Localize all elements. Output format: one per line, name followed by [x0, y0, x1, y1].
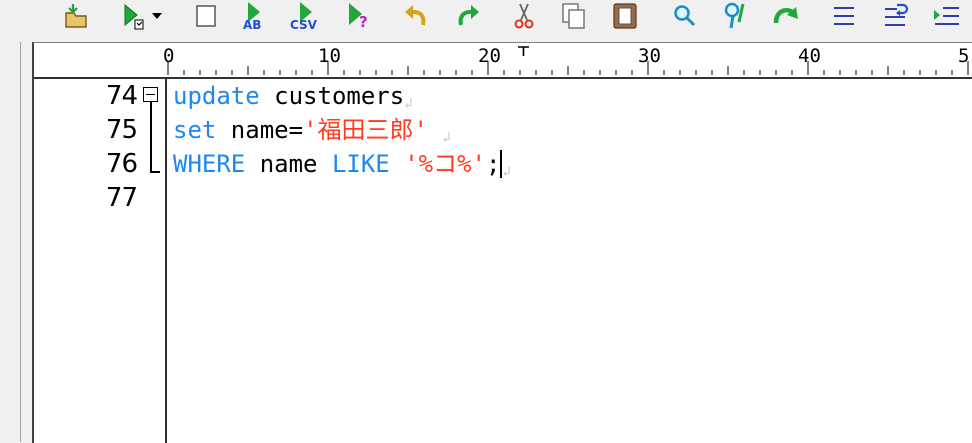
sql-text: name	[245, 150, 332, 178]
end-of-line-mark: ↲	[404, 96, 413, 112]
blank-page-icon	[196, 5, 216, 27]
redo-icon	[458, 5, 479, 26]
open-folder-icon	[65, 4, 87, 28]
indent-button[interactable]	[928, 0, 964, 32]
line-number: 75	[105, 115, 138, 145]
undo-button[interactable]	[398, 0, 434, 32]
wrap-icon	[885, 3, 909, 26]
ruler-label: 20	[478, 45, 501, 67]
fold-toggle[interactable]	[143, 87, 158, 102]
toolbar: AB CSV ?	[0, 0, 972, 42]
ruler-label: 40	[798, 45, 821, 67]
run-csv-button[interactable]: CSV	[287, 0, 323, 32]
run-dropdown-button[interactable]	[112, 0, 168, 32]
code-line: set name='福田三郎' ↲	[173, 113, 451, 147]
end-of-line-mark: ↲	[502, 164, 511, 180]
code-area[interactable]: update customers↲ set name='福田三郎' ↲ WHER…	[173, 79, 972, 443]
run-ab-icon: AB	[243, 2, 261, 32]
find-icon	[674, 5, 696, 27]
goto-icon	[773, 7, 798, 24]
ruler-label: 5	[958, 45, 970, 67]
paste-icon	[613, 3, 637, 29]
code-line: update customers↲	[173, 79, 413, 113]
align-icon	[834, 7, 854, 25]
undo-icon	[405, 5, 426, 26]
copy-button[interactable]	[556, 0, 592, 32]
blank-page-button[interactable]	[188, 0, 224, 32]
find-next-icon	[724, 2, 745, 29]
align-button[interactable]	[826, 0, 862, 32]
line-number: 74	[105, 81, 138, 111]
fold-guide	[150, 102, 152, 172]
run-csv-icon: CSV	[290, 2, 318, 32]
redo-button[interactable]	[450, 0, 486, 32]
column-ruler: 0 10 20 30 40 5	[34, 43, 972, 79]
find-next-button[interactable]	[718, 0, 754, 32]
svg-text:?: ?	[359, 13, 368, 31]
ruler-ticks	[167, 61, 969, 75]
sql-keyword: set	[173, 116, 217, 144]
sql-keyword: LIKE	[331, 150, 390, 178]
sql-text: customers	[259, 82, 405, 110]
ruler-label: 10	[318, 45, 341, 67]
sql-text: ;	[486, 150, 501, 178]
run-help-icon: ?	[349, 3, 368, 31]
run-dropdown-icon	[124, 3, 162, 30]
end-of-line-mark: ↲	[442, 130, 451, 146]
run-ab-button[interactable]: AB	[238, 0, 274, 32]
code-line: WHERE name LIKE '%コ%'; ↲	[173, 147, 511, 181]
sql-keyword: update	[173, 82, 260, 110]
sql-text: name=	[216, 116, 304, 144]
sql-string: '福田三郎'	[303, 116, 428, 144]
sql-string: '%コ%'	[404, 150, 486, 178]
open-folder-button[interactable]	[58, 0, 94, 32]
line-number: 77	[105, 183, 138, 213]
run-help-button[interactable]: ?	[340, 0, 376, 32]
cursor-column-marker	[518, 46, 529, 56]
paste-button[interactable]	[607, 0, 643, 32]
cut-icon	[514, 3, 534, 29]
cut-button[interactable]	[506, 0, 542, 32]
ruler-label: 30	[638, 45, 661, 67]
sql-keyword: WHERE	[173, 150, 246, 178]
line-number: 76	[105, 149, 138, 179]
sql-editor[interactable]: 0 10 20 30 40 5 74 75 76 77 update custo…	[32, 42, 972, 443]
find-button[interactable]	[666, 0, 702, 32]
fold-guide-end	[150, 171, 160, 173]
copy-icon	[562, 3, 585, 29]
window-edge	[0, 42, 21, 442]
svg-text:CSV: CSV	[290, 18, 318, 32]
goto-button[interactable]	[769, 0, 805, 32]
svg-text:AB: AB	[243, 18, 261, 32]
ruler-label: 0	[163, 45, 175, 67]
indent-icon	[934, 7, 959, 25]
line-number-gutter: 74 75 76 77	[34, 79, 167, 443]
wrap-button[interactable]	[877, 0, 913, 32]
